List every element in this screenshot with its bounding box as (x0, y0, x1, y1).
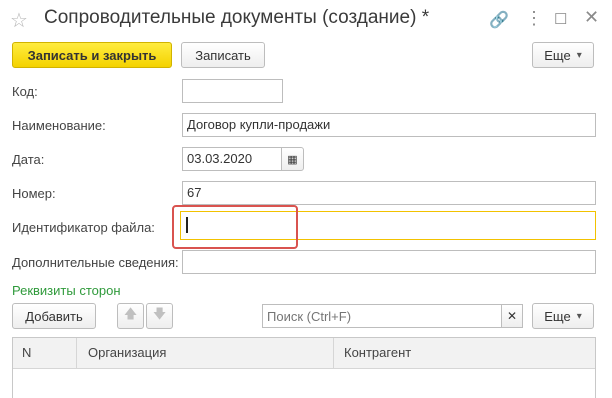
close-icon[interactable]: ✕ (584, 7, 599, 28)
add-button[interactable]: Добавить (12, 303, 96, 329)
date-label: Дата: (12, 152, 45, 167)
search-input[interactable] (262, 304, 502, 328)
column-header-counterparty[interactable]: Контрагент (344, 345, 411, 360)
link-icon[interactable]: 🔗 (489, 10, 509, 30)
move-down-icon[interactable]: 🡇 (146, 303, 173, 329)
parties-section-title: Реквизиты сторон (12, 283, 121, 298)
move-up-icon[interactable]: 🡅 (117, 303, 144, 329)
clear-search-icon[interactable]: ✕ (501, 304, 523, 328)
save-and-close-button[interactable]: Записать и закрыть (12, 42, 172, 68)
code-field[interactable] (182, 79, 283, 103)
column-header-n[interactable]: N (22, 345, 31, 360)
name-label: Наименование: (12, 118, 106, 133)
number-field[interactable]: 67 (182, 181, 596, 205)
parties-more-label: Еще (544, 308, 571, 324)
more-menu-label: Еще (544, 47, 571, 63)
parties-more-button[interactable]: Еще (532, 303, 594, 329)
save-and-close-label: Записать и закрыть (27, 47, 157, 63)
name-field[interactable]: Договор купли-продажи (182, 113, 596, 137)
highlight-frame (172, 205, 298, 249)
column-divider (333, 338, 334, 368)
save-button[interactable]: Записать (181, 42, 265, 68)
column-header-organization[interactable]: Организация (88, 345, 166, 360)
code-label: Код: (12, 84, 38, 99)
parties-table[interactable]: N Организация Контрагент (12, 337, 596, 398)
save-label: Записать (195, 47, 251, 63)
column-divider (76, 338, 77, 368)
more-menu-button[interactable]: Еще (532, 42, 594, 68)
favorite-star-icon[interactable]: ☆ (10, 8, 28, 33)
extra-info-field[interactable] (182, 250, 596, 274)
date-field[interactable]: 03.03.2020 (182, 147, 282, 171)
more-options-icon[interactable]: ⋮ (525, 8, 543, 29)
maximize-icon[interactable]: ☐ (554, 10, 567, 28)
file-id-label: Идентификатор файла: (12, 220, 155, 235)
number-label: Номер: (12, 186, 56, 201)
calendar-icon[interactable]: ▦ (281, 147, 304, 171)
window-title: Сопроводительные документы (создание) * (44, 7, 430, 28)
add-label: Добавить (25, 308, 83, 324)
table-header: N Организация Контрагент (13, 338, 595, 369)
extra-info-label: Дополнительные сведения: (12, 255, 179, 270)
